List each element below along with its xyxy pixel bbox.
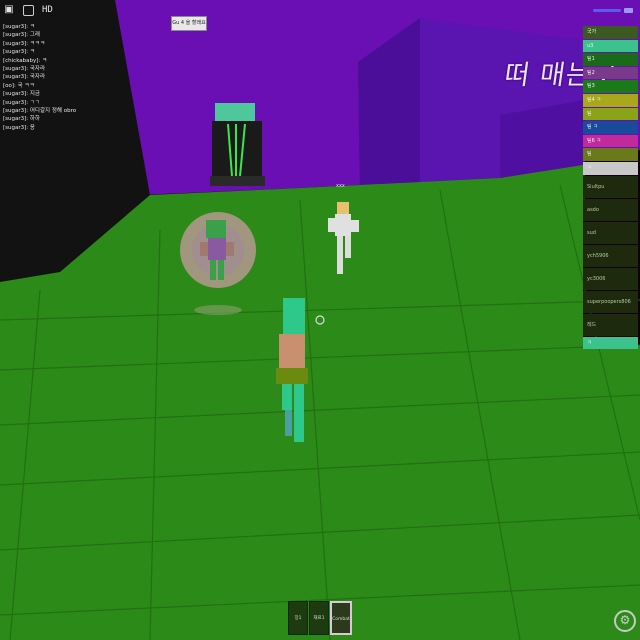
- team-row[interactable]: 팀: [583, 148, 638, 161]
- npc-nametag: xxx: [336, 183, 345, 189]
- chat-message: [sugar3]: ㅋㅋㅋ: [3, 40, 46, 47]
- settings-gear-icon[interactable]: ⚙: [614, 610, 636, 632]
- player-list: 국가 u3 팀1 팀2 팀3 팀4 ㅋ팀팀 ㅋ 팀6 ㅋ 팀 ㅋ Siultpu asdo sud yc…: [583, 26, 638, 350]
- player-row[interactable]: asdo: [583, 198, 638, 221]
- health-bar-end: [624, 8, 633, 13]
- team-row[interactable]: ㅋ: [583, 161, 638, 175]
- portal-base: [210, 176, 265, 186]
- hotbar-slot[interactable]: 장1: [288, 601, 308, 635]
- chat-message: [sugar3]: 어디갈지 정해 obro: [3, 108, 77, 115]
- team-row[interactable]: 팀6 ㅋ: [583, 134, 638, 148]
- floating-sign: Gu 4 을 할래요: [171, 16, 207, 31]
- portal-sign: [215, 103, 255, 121]
- team-row[interactable]: 국가: [583, 26, 638, 39]
- sphere-shadow: [194, 305, 242, 315]
- chat-message: [chickababy]: ㅋ: [3, 57, 48, 64]
- chat-message: [sugar3]: ㅋ: [3, 49, 35, 56]
- chat-message: [oo]: 국 ㅋㅋ: [3, 82, 35, 89]
- team-row[interactable]: 팀1: [583, 53, 638, 66]
- chat-message: [sugar3]: 국자라: [3, 74, 46, 81]
- chat-message: [sugar3]: 지금: [3, 91, 40, 98]
- player-row[interactable]: ych5906: [583, 244, 638, 267]
- chat-message: [sugar3]: 하하: [3, 116, 40, 123]
- player-row[interactable]: superpoopers806: [583, 290, 638, 313]
- roblox-menu-icon[interactable]: ▣: [3, 4, 15, 16]
- hotbar: 장1 재료1 Combat: [288, 601, 352, 635]
- chat-message: [sugar3]: ㅋ: [3, 24, 35, 30]
- chat-message: [sugar3]: 국자라: [3, 66, 46, 73]
- team-row[interactable]: ㅋ: [583, 336, 638, 350]
- chat-message: [sugar3]: 응: [3, 124, 35, 131]
- player-row[interactable]: 레드: [583, 313, 638, 336]
- team-row[interactable]: u3: [583, 39, 638, 53]
- team-row[interactable]: 팀3: [583, 80, 638, 93]
- chat-bubble-icon[interactable]: [23, 4, 34, 16]
- health-bar: [593, 9, 621, 12]
- team-row[interactable]: 팀2: [583, 66, 638, 80]
- team-row[interactable]: 팀4 ㅋ: [583, 93, 638, 107]
- chat-message: [sugar3]: 그래: [3, 32, 40, 39]
- chat-window: [sugar3]: ㅋ [sugar3]: 그래 [sugar3]: ㅋㅋㅋ [sug…: [3, 23, 133, 132]
- top-left-hud: ▣ HD: [3, 4, 53, 16]
- hotbar-slot[interactable]: 재료1: [309, 601, 329, 635]
- player-row[interactable]: Siultpu: [583, 175, 638, 198]
- chat-message: [sugar3]: ㄱㄱ: [3, 99, 40, 106]
- team-row[interactable]: 팀 ㅋ: [583, 121, 638, 134]
- hotbar-slot[interactable]: Combat: [330, 601, 352, 635]
- hd-label: HD: [42, 5, 53, 15]
- team-row[interactable]: 팀: [583, 107, 638, 121]
- player-row[interactable]: yc3006: [583, 267, 638, 290]
- player-row[interactable]: sud: [583, 221, 638, 244]
